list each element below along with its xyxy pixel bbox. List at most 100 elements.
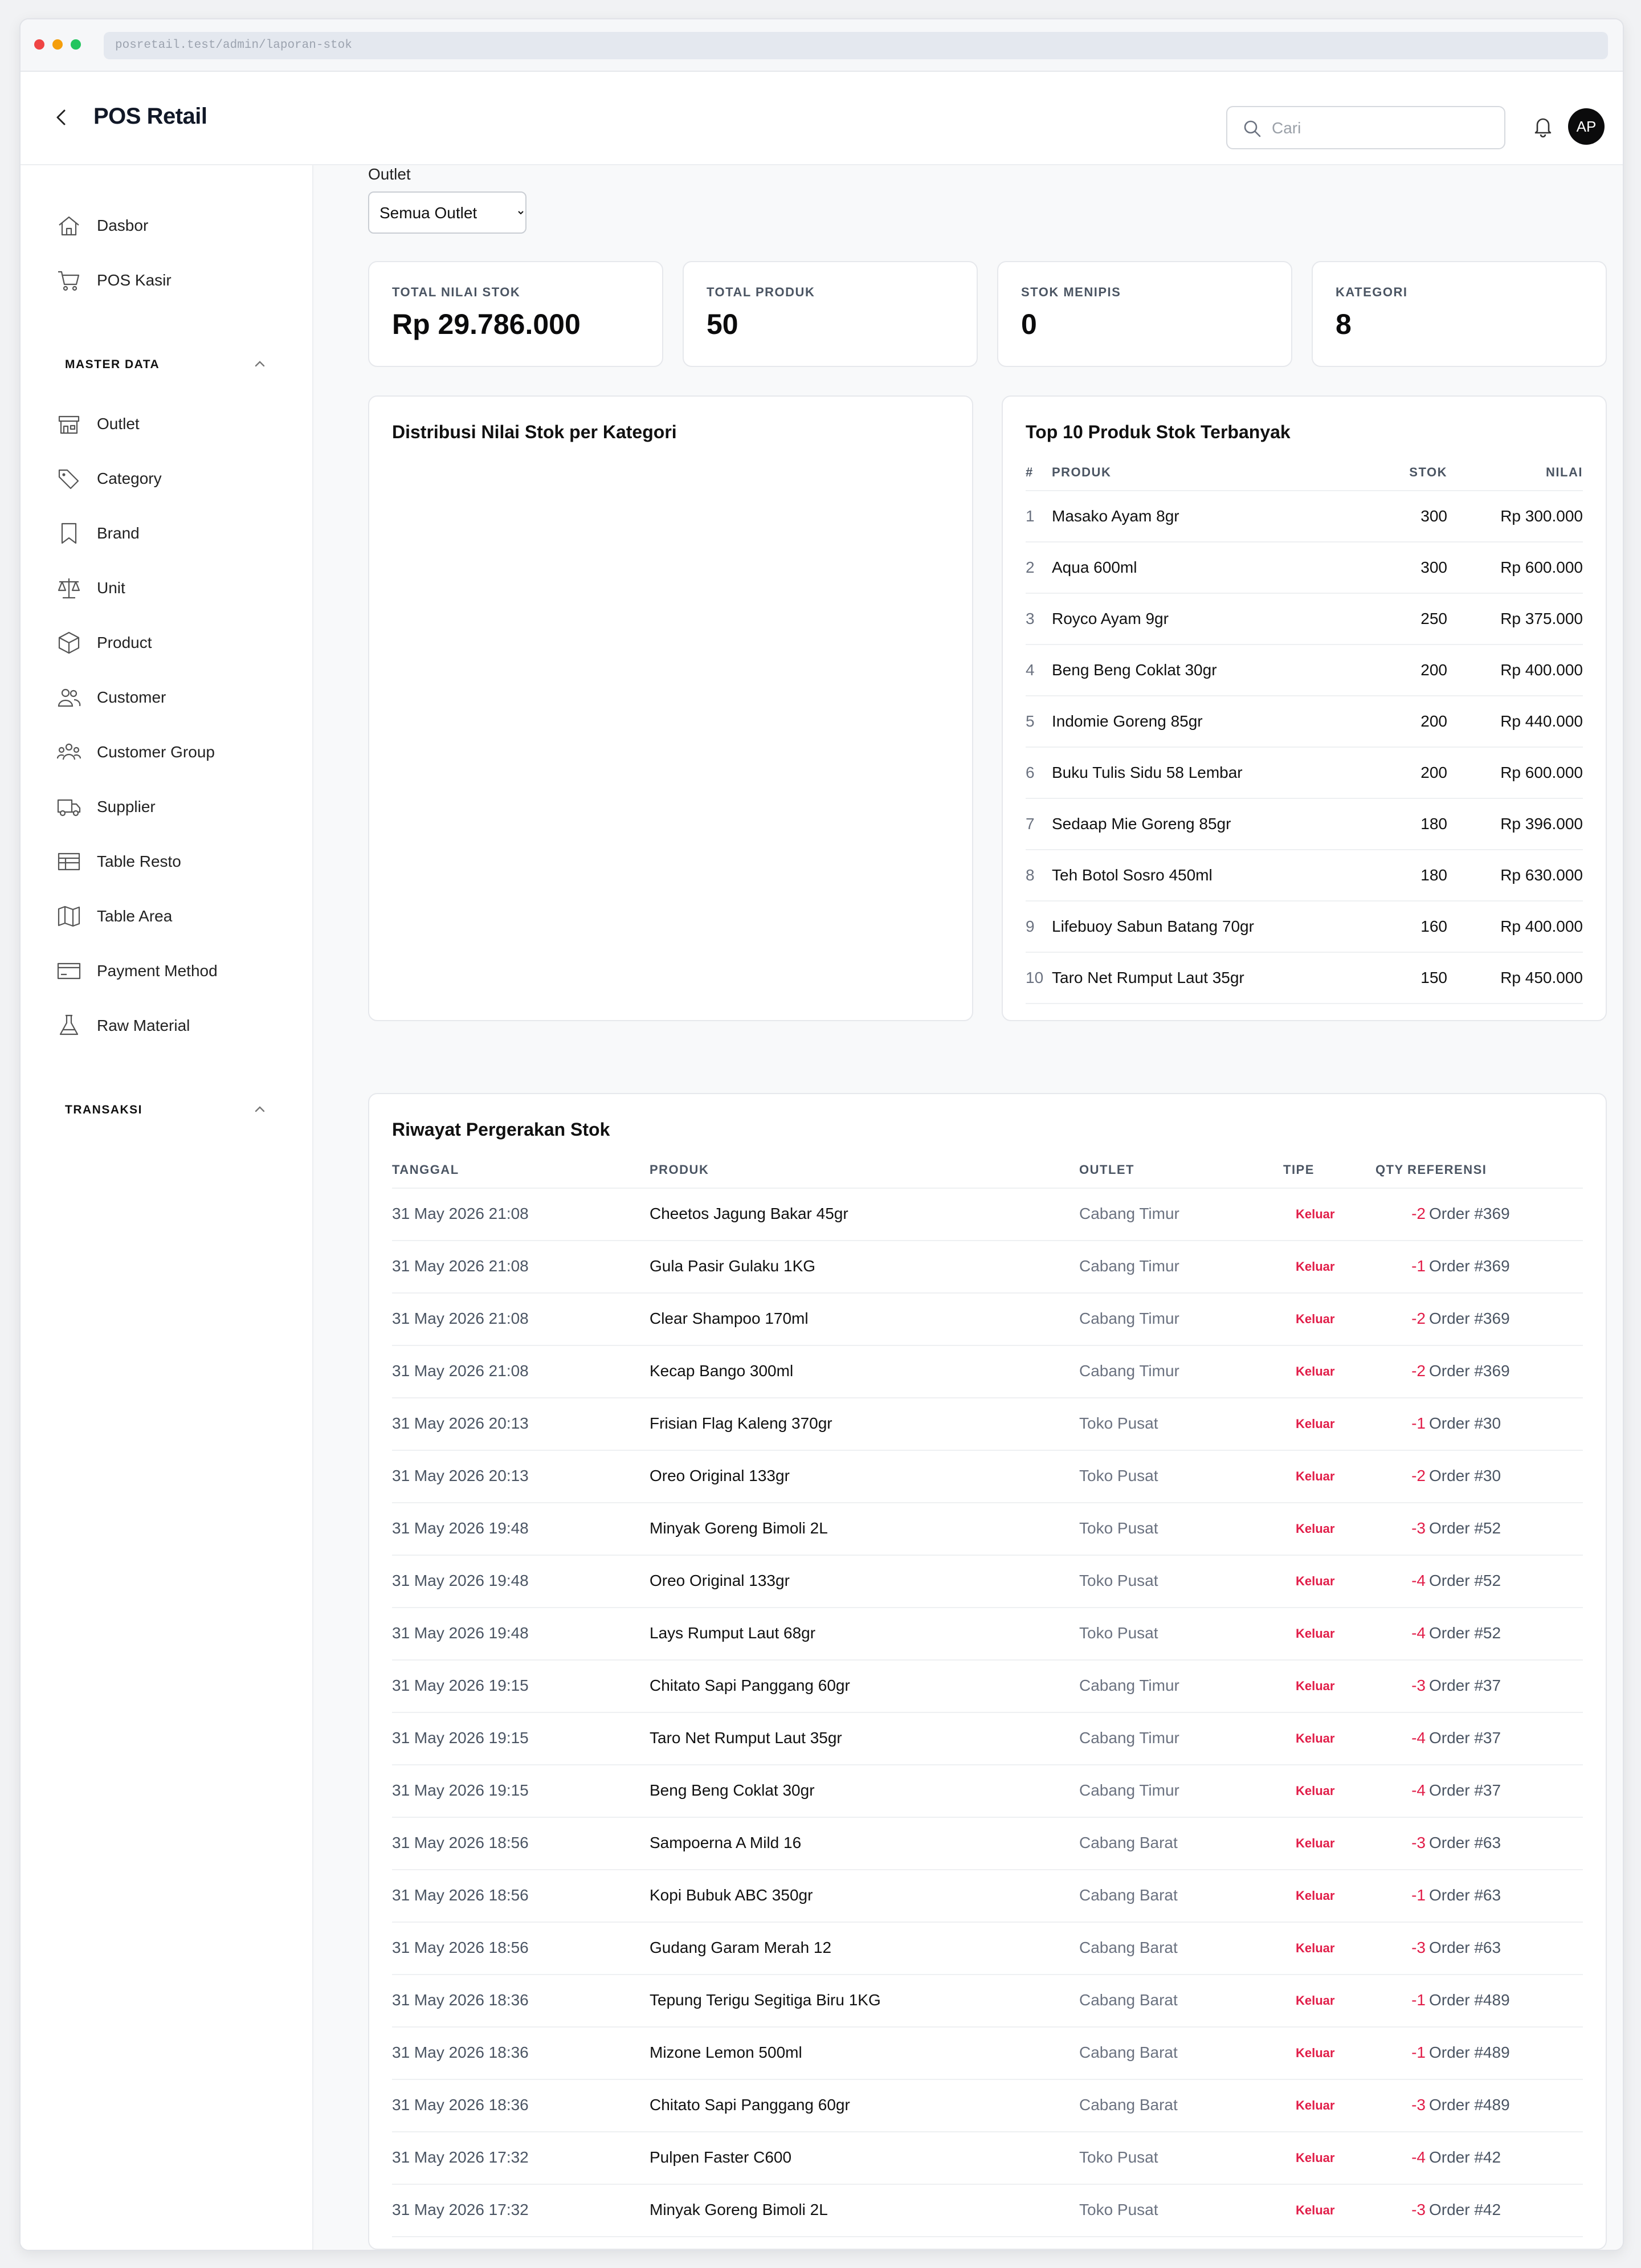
bell-icon[interactable] <box>1530 114 1556 139</box>
sidebar-item-raw-material[interactable]: Raw Material <box>56 1009 295 1043</box>
outlet-cell: Cabang Timur <box>1079 1257 1179 1275</box>
sidebar-item-customer-group[interactable]: Customer Group <box>56 735 295 769</box>
date-cell: 31 May 2026 21:08 <box>392 1257 529 1275</box>
sidebar-item-label: Supplier <box>97 798 156 815</box>
sidebar-item-label: Table Resto <box>97 852 181 870</box>
reference-cell: Order #369 <box>1429 1257 1510 1275</box>
table-row: 31 May 2026 18:36 Chitato Sapi Panggang 6… <box>392 2080 1583 2132</box>
search-input[interactable] <box>1271 115 1489 141</box>
date-cell: 31 May 2026 18:56 <box>392 1939 529 1956</box>
sidebar-item-table-area[interactable]: Table Area <box>56 899 295 933</box>
outlet-cell: Toko Pusat <box>1079 1624 1158 1642</box>
row-number: 8 <box>1026 866 1035 884</box>
product-cell: Gudang Garam Merah 12 <box>650 1939 832 1956</box>
row-number: 1 <box>1026 507 1035 525</box>
close-window-button[interactable] <box>34 39 44 50</box>
address-bar[interactable]: posretail.test/admin/laporan-stok <box>104 32 1608 59</box>
sidebar-item-product[interactable]: Product <box>56 626 295 660</box>
truck-icon <box>57 799 81 817</box>
type-badge: Keluar <box>1296 1521 1335 1536</box>
reference-cell: Order #30 <box>1429 1467 1501 1484</box>
sidebar-item-label: Dasbor <box>97 217 149 234</box>
qty-cell: -3 <box>1411 2201 1426 2218</box>
sidebar-item-brand[interactable]: Brand <box>56 516 295 550</box>
reference-cell: Order #52 <box>1429 1624 1501 1642</box>
chevron-up-icon[interactable] <box>252 1101 268 1117</box>
outlet-select[interactable]: Semua Outlet <box>368 191 526 234</box>
type-badge: Keluar <box>1296 2203 1335 2217</box>
column-header-num: # <box>1026 465 1034 479</box>
product-cell: Lays Rumput Laut 68gr <box>650 1624 816 1642</box>
sidebar-item-customer[interactable]: Customer <box>56 680 295 715</box>
reference-cell: Order #489 <box>1429 1991 1510 2009</box>
product-cell: Chitato Sapi Panggang 60gr <box>650 1676 850 1694</box>
type-badge: Keluar <box>1296 1888 1335 1903</box>
outlet-cell: Cabang Timur <box>1079 1310 1179 1327</box>
table-row: 31 May 2026 21:08 Cheetos Jagung Bakar 45… <box>392 1189 1583 1241</box>
reference-cell: Order #52 <box>1429 1572 1501 1589</box>
reference-cell: Order #63 <box>1429 1886 1501 1904</box>
table-row: 1 Masako Ayam 8gr 300 Rp 300.000 <box>1026 491 1583 542</box>
bookmark-icon <box>61 523 77 544</box>
distribution-card-title: Distribusi Nilai Stok per Kategori <box>392 422 677 442</box>
flask-icon <box>59 1014 79 1035</box>
sidebar-item-payment-method[interactable]: Payment Method <box>56 954 295 988</box>
reference-cell: Order #369 <box>1429 1362 1510 1380</box>
qty-cell: -4 <box>1411 1572 1426 1589</box>
product-name: Aqua 600ml <box>1052 558 1137 576</box>
row-number: 6 <box>1026 764 1035 781</box>
qty-cell: -1 <box>1411 1414 1426 1432</box>
chevron-left-icon[interactable] <box>50 106 73 129</box>
sidebar-item-table-resto[interactable]: Table Resto <box>56 845 295 879</box>
box-icon <box>58 631 80 654</box>
outlet-cell: Toko Pusat <box>1079 1414 1158 1432</box>
product-cell: Clear Shampoo 170ml <box>650 1310 809 1327</box>
stat-value: 8 <box>1336 308 1352 340</box>
stock-value: 150 <box>1420 969 1447 986</box>
product-cell: Oreo Original 133gr <box>650 1467 790 1484</box>
table-row: 31 May 2026 18:56 Gudang Garam Merah 12 Ca… <box>392 1923 1583 1975</box>
distribution-card: Distribusi Nilai Stok per Kategori <box>368 395 973 1021</box>
avatar[interactable]: AP <box>1568 108 1605 145</box>
value-amount: Rp 600.000 <box>1500 558 1583 576</box>
search-box[interactable] <box>1226 106 1505 149</box>
maximize-window-button[interactable] <box>71 39 81 50</box>
table-row: 5 Indomie Goreng 85gr 200 Rp 440.000 <box>1026 696 1583 748</box>
table-row: 31 May 2026 19:48 Oreo Original 133gr Toko… <box>392 1556 1583 1608</box>
sidebar-item-supplier[interactable]: Supplier <box>56 790 295 824</box>
product-cell: Pulpen Faster C600 <box>650 2148 792 2166</box>
qty-cell: -4 <box>1411 1781 1426 1799</box>
product-cell: Cheetos Jagung Bakar 45gr <box>650 1205 848 1222</box>
sidebar-item-outlet[interactable]: Outlet <box>56 407 295 441</box>
type-badge: Keluar <box>1296 1417 1335 1431</box>
sidebar-item-dasbor[interactable]: Dasbor <box>56 209 295 243</box>
sidebar-item-unit[interactable]: Unit <box>56 571 295 605</box>
product-name: Buku Tulis Sidu 58 Lembar <box>1052 764 1243 781</box>
qty-cell: -1 <box>1411 1257 1426 1275</box>
qty-cell: -3 <box>1411 1834 1426 1851</box>
sidebar-item-label: Product <box>97 634 152 651</box>
stat-label: TOTAL NILAI STOK <box>392 285 521 299</box>
stat-card-stok-menipis: STOK MENIPIS 0 <box>997 261 1292 367</box>
product-name: Teh Botol Sosro 450ml <box>1052 866 1213 884</box>
date-cell: 31 May 2026 18:56 <box>392 1886 529 1904</box>
stock-value: 250 <box>1420 610 1447 627</box>
type-badge: Keluar <box>1296 1731 1335 1745</box>
product-name: Royco Ayam 9gr <box>1052 610 1169 627</box>
stock-value: 160 <box>1420 917 1447 935</box>
stat-card-total-nilai-stok: TOTAL NILAI STOK Rp 29.786.000 <box>368 261 663 367</box>
product-name: Taro Net Rumput Laut 35gr <box>1052 969 1244 986</box>
type-badge: Keluar <box>1296 1679 1335 1693</box>
type-badge: Keluar <box>1296 2046 1335 2060</box>
stat-label: TOTAL PRODUK <box>707 285 815 299</box>
value-amount: Rp 400.000 <box>1500 917 1583 935</box>
outlet-cell: Toko Pusat <box>1079 1572 1158 1589</box>
type-badge: Keluar <box>1296 1259 1335 1274</box>
sidebar-item-category[interactable]: Category <box>56 462 295 496</box>
chevron-up-icon[interactable] <box>252 356 268 372</box>
sidebar-item-pos-kasir[interactable]: POS Kasir <box>56 263 295 297</box>
sidebar-item-label: Unit <box>97 579 125 597</box>
outlet-cell: Toko Pusat <box>1079 1467 1158 1484</box>
outlet-filter-label: Outlet <box>368 165 411 183</box>
minimize-window-button[interactable] <box>52 39 63 50</box>
